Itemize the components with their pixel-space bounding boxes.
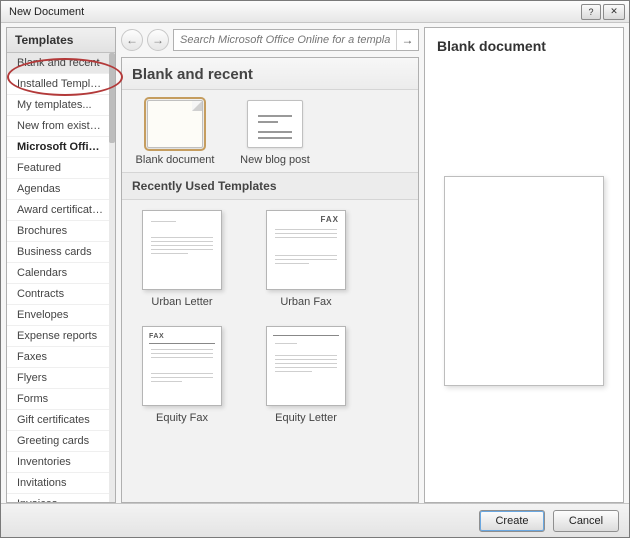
recent-label: Equity Fax	[156, 412, 208, 424]
recent-thumbnail	[266, 326, 346, 406]
preview-pane: Blank document	[424, 27, 624, 503]
sidebar-item[interactable]: Flyers	[7, 368, 109, 389]
recent-thumbnail	[142, 210, 222, 290]
sidebar-item[interactable]: Installed Templates	[7, 74, 109, 95]
sidebar-item[interactable]: Brochures	[7, 221, 109, 242]
dialog-footer: Create Cancel	[1, 503, 629, 537]
new-document-dialog: New Document ? ✕ Templates Blank and rec…	[0, 0, 630, 538]
recent-label: Urban Letter	[151, 296, 212, 308]
nav-back-button[interactable]: ←	[121, 29, 143, 51]
sidebar-item[interactable]: Greeting cards	[7, 431, 109, 452]
template-thumbnail	[147, 100, 203, 148]
template-blank-document[interactable]: Blank document	[134, 100, 216, 166]
sidebar-item[interactable]: Microsoft Office Online	[7, 137, 109, 158]
sidebar-header: Templates	[7, 28, 115, 53]
toolbar: ← → →	[121, 27, 419, 57]
sidebar-item[interactable]: Envelopes	[7, 305, 109, 326]
templates-sidebar: Templates Blank and recentInstalled Temp…	[6, 27, 116, 503]
close-button[interactable]: ✕	[603, 4, 625, 20]
search-go-button[interactable]: →	[396, 30, 418, 50]
sidebar-item[interactable]: New from existing...	[7, 116, 109, 137]
preview-page	[444, 176, 604, 386]
recent-label: Urban Fax	[280, 296, 331, 308]
help-button[interactable]: ?	[581, 4, 601, 20]
sidebar-item[interactable]: Expense reports	[7, 326, 109, 347]
template-label: New blog post	[240, 154, 310, 166]
template-label: Blank document	[136, 154, 215, 166]
nav-forward-button[interactable]: →	[147, 29, 169, 51]
recent-thumbnail: FAX	[142, 326, 222, 406]
main-panel: Blank and recent Blank document New blog …	[121, 57, 419, 503]
template-row: Blank document New blog post	[122, 90, 418, 172]
sidebar-item[interactable]: Award certificates	[7, 200, 109, 221]
preview-title: Blank document	[425, 28, 623, 60]
recent-section-title: Recently Used Templates	[122, 172, 418, 200]
sidebar-item[interactable]: My templates...	[7, 95, 109, 116]
titlebar: New Document ? ✕	[1, 1, 629, 23]
sidebar-item[interactable]: Inventories	[7, 452, 109, 473]
dialog-content: Templates Blank and recentInstalled Temp…	[1, 23, 629, 503]
template-new-blog-post[interactable]: New blog post	[234, 100, 316, 166]
cancel-button[interactable]: Cancel	[553, 510, 619, 532]
recent-label: Equity Letter	[275, 412, 337, 424]
recent-thumbnail: FAX	[266, 210, 346, 290]
scrollbar-thumb[interactable]	[109, 53, 115, 143]
recent-urban-letter[interactable]: Urban Letter	[134, 210, 230, 308]
section-title: Blank and recent	[122, 58, 418, 90]
window-buttons: ? ✕	[581, 4, 625, 20]
recent-equity-fax[interactable]: FAX Equity Fax	[134, 326, 230, 424]
sidebar-item[interactable]: Faxes	[7, 347, 109, 368]
sidebar-item[interactable]: Business cards	[7, 242, 109, 263]
sidebar-item[interactable]: Blank and recent	[7, 53, 109, 74]
sidebar-item[interactable]: Forms	[7, 389, 109, 410]
sidebar-item[interactable]: Invitations	[7, 473, 109, 494]
sidebar-scrollbar[interactable]	[109, 53, 115, 502]
sidebar-item[interactable]: Invoices	[7, 494, 109, 502]
window-title: New Document	[5, 6, 581, 18]
sidebar-item[interactable]: Calendars	[7, 263, 109, 284]
sidebar-list: Blank and recentInstalled TemplatesMy te…	[7, 53, 115, 502]
recent-grid: Urban Letter FAX Urban Fax FAX Equity Fax Equ…	[122, 200, 418, 502]
sidebar-item[interactable]: Gift certificates	[7, 410, 109, 431]
template-thumbnail	[247, 100, 303, 148]
sidebar-item[interactable]: Contracts	[7, 284, 109, 305]
search-box: →	[173, 29, 419, 51]
search-input[interactable]	[174, 34, 396, 46]
preview-body	[425, 60, 623, 502]
recent-urban-fax[interactable]: FAX Urban Fax	[258, 210, 354, 308]
sidebar-item[interactable]: Featured	[7, 158, 109, 179]
recent-equity-letter[interactable]: Equity Letter	[258, 326, 354, 424]
create-button[interactable]: Create	[479, 510, 545, 532]
middle-column: ← → → Blank and recent Blank document New…	[121, 27, 419, 503]
sidebar-item[interactable]: Agendas	[7, 179, 109, 200]
